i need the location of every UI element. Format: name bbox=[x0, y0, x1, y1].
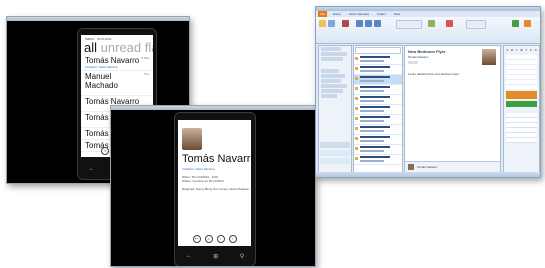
folder-item[interactable] bbox=[321, 89, 343, 93]
avatar bbox=[482, 49, 496, 65]
attachment-icon[interactable] bbox=[408, 61, 418, 64]
message-list bbox=[353, 45, 403, 173]
reading-pane: New Bedroom Flyer Tomás Navarro Look I a… bbox=[404, 45, 501, 173]
message-sender: Manuel Machado bbox=[85, 72, 118, 90]
folder-item[interactable] bbox=[321, 47, 341, 51]
list-item[interactable] bbox=[354, 75, 402, 85]
tags-icon[interactable] bbox=[446, 20, 453, 27]
emulator-titlebar[interactable] bbox=[111, 106, 315, 110]
next-icon[interactable]: › bbox=[228, 235, 237, 243]
list-item[interactable] bbox=[354, 155, 402, 165]
delete-icon[interactable] bbox=[342, 20, 349, 27]
people-pane-name: Tomás Navarro bbox=[417, 165, 438, 169]
list-item[interactable] bbox=[354, 115, 402, 125]
appointment-green[interactable] bbox=[506, 101, 537, 107]
windows-start-icon[interactable]: ⊞ bbox=[213, 253, 218, 260]
delete-icon[interactable]: × bbox=[204, 235, 213, 243]
list-item[interactable] bbox=[354, 145, 402, 155]
folder-item[interactable] bbox=[321, 69, 339, 73]
emulator-window-message: Tomás Navarro Invitation: Sales Meeting … bbox=[110, 105, 316, 267]
phone-screen-message: Tomás Navarro Invitation: Sales Meeting … bbox=[178, 120, 251, 246]
folder-item[interactable] bbox=[321, 52, 347, 56]
date-navigator: S M T W T F S bbox=[504, 46, 539, 54]
message-subject: Invitation: Sales Meeting bbox=[85, 65, 118, 69]
todo-bar: S M T W T F S bbox=[503, 45, 540, 173]
navigation-pane bbox=[318, 45, 352, 173]
people-pane: Tomás Navarro bbox=[405, 161, 500, 172]
task-list bbox=[506, 113, 537, 143]
find-icon[interactable] bbox=[466, 20, 486, 29]
move-icon[interactable] bbox=[428, 20, 435, 27]
avatar bbox=[408, 164, 414, 170]
folder-item[interactable] bbox=[321, 74, 345, 78]
folder-item[interactable] bbox=[321, 79, 341, 83]
pivot-unread[interactable]: unread bbox=[101, 40, 141, 55]
reading-sender[interactable]: Tomás Navarro bbox=[408, 55, 428, 59]
emulator-titlebar[interactable] bbox=[7, 17, 189, 21]
back-icon[interactable]: ← bbox=[186, 253, 192, 260]
quick-steps-icon[interactable] bbox=[396, 20, 422, 29]
appointment-orange[interactable] bbox=[506, 91, 537, 99]
list-item[interactable] bbox=[354, 135, 402, 145]
pivot-header: all unread flagg bbox=[81, 41, 153, 55]
list-item[interactable]: Tue Manuel Machado bbox=[81, 71, 153, 96]
pivot-all[interactable]: all bbox=[84, 40, 97, 55]
message-sender: Tomás Navarro bbox=[85, 56, 140, 65]
outlook-window: File Home Send / Receive Folder View New… bbox=[315, 6, 541, 178]
reply-icon[interactable] bbox=[356, 20, 363, 27]
message-subject: Invitation: Sales Meeting bbox=[182, 167, 215, 171]
message-time: 8:00a bbox=[141, 56, 149, 60]
reply-icon[interactable]: ↩ bbox=[192, 235, 201, 243]
list-item[interactable] bbox=[354, 125, 402, 135]
new-email-icon[interactable] bbox=[319, 20, 326, 27]
list-item[interactable] bbox=[354, 105, 402, 115]
message-time: Tue bbox=[143, 72, 149, 76]
mail-module-button[interactable] bbox=[320, 142, 350, 148]
phone-hardware-buttons: ← ⊞ ⚲ bbox=[175, 253, 255, 260]
calendar-grid[interactable] bbox=[506, 55, 537, 89]
social-connector-icon[interactable] bbox=[524, 20, 531, 27]
list-item[interactable] bbox=[354, 95, 402, 105]
phone-frame: Tomás Navarro Invitation: Sales Meeting … bbox=[174, 112, 256, 266]
new-items-icon[interactable] bbox=[328, 20, 335, 27]
message-sender-name: Tomás Navarro bbox=[182, 153, 251, 165]
avatar bbox=[182, 128, 202, 150]
calendar-module-button[interactable] bbox=[320, 150, 350, 156]
search-input[interactable] bbox=[355, 47, 401, 54]
list-item[interactable] bbox=[354, 85, 402, 95]
folder-item[interactable] bbox=[321, 57, 343, 61]
contacts-module-button[interactable] bbox=[320, 158, 350, 164]
folder-item[interactable] bbox=[321, 94, 337, 98]
reading-subject: New Bedroom Flyer bbox=[408, 49, 446, 54]
folder-item[interactable] bbox=[321, 84, 347, 88]
list-item[interactable]: 8:00a Tomás Navarro Invitation: Sales Me… bbox=[81, 55, 153, 71]
body-line: Required: Kenny Berg, Don Jones, Grace P… bbox=[182, 187, 250, 191]
send-receive-icon[interactable] bbox=[512, 20, 519, 27]
back-icon[interactable]: ← bbox=[88, 166, 94, 173]
app-bar: ↩ × ‹ › bbox=[178, 235, 251, 243]
reply-all-icon[interactable] bbox=[365, 20, 372, 27]
list-item[interactable] bbox=[354, 55, 402, 65]
forward-icon[interactable] bbox=[374, 20, 381, 27]
compose-icon[interactable]: + bbox=[101, 147, 109, 155]
previous-icon[interactable]: ‹ bbox=[216, 235, 225, 243]
pivot-flagged[interactable]: flagg bbox=[145, 40, 153, 55]
weekday-label: S bbox=[534, 48, 537, 52]
ribbon bbox=[316, 17, 540, 44]
list-item[interactable] bbox=[354, 65, 402, 75]
search-icon[interactable]: ⚲ bbox=[240, 253, 244, 260]
reading-body: Look I attached the new bedroom flyer. bbox=[408, 72, 460, 76]
status-bar bbox=[316, 172, 540, 177]
message-body: When: Thu 2/4/2010 · 9:00 Where: Confere… bbox=[182, 175, 250, 191]
